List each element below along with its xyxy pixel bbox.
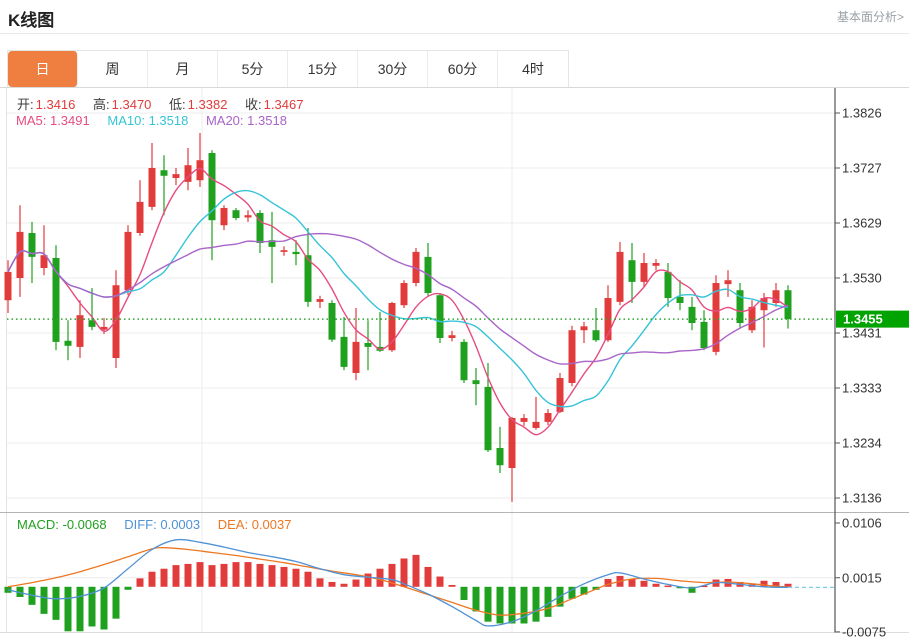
macd-lines xyxy=(8,539,835,625)
svg-text:1.3431: 1.3431 xyxy=(842,326,882,341)
svg-text:1.3234: 1.3234 xyxy=(842,436,882,451)
svg-text:0.0106: 0.0106 xyxy=(842,516,882,531)
svg-text:0.0015: 0.0015 xyxy=(842,570,882,585)
tab-15min[interactable]: 15分 xyxy=(288,51,358,87)
svg-text:1.3826: 1.3826 xyxy=(842,106,882,121)
current-price-badge: 1.3455 xyxy=(836,311,909,328)
kline-page: K线图 基本面分析> 日 周 月 5分 15分 30分 60分 4时 1.382… xyxy=(0,0,909,644)
grid-layer xyxy=(0,88,909,633)
kline-chart-canvas[interactable]: 1.3826 1.3727 1.3629 1.3530 1.3431 1.3333 1.32… xyxy=(0,88,909,644)
svg-text:1.3136: 1.3136 xyxy=(842,491,882,506)
svg-text:1.3629: 1.3629 xyxy=(842,216,882,231)
tab-30min[interactable]: 30分 xyxy=(358,51,428,87)
fundamental-analysis-link[interactable]: 基本面分析> xyxy=(837,8,904,25)
ma-lines xyxy=(8,169,788,435)
page-title: K线图 xyxy=(8,6,54,31)
tab-month[interactable]: 月 xyxy=(148,51,218,87)
tab-4hour[interactable]: 4时 xyxy=(498,51,568,87)
page-header: K线图 基本面分析> xyxy=(0,0,909,34)
tab-60min[interactable]: 60分 xyxy=(428,51,498,87)
svg-text:-0.0075: -0.0075 xyxy=(842,624,886,639)
svg-text:1.3530: 1.3530 xyxy=(842,271,882,286)
tab-week[interactable]: 周 xyxy=(78,51,148,87)
svg-text:1.3727: 1.3727 xyxy=(842,161,882,176)
macd-histogram xyxy=(5,555,792,631)
axis-layer: 1.3826 1.3727 1.3629 1.3530 1.3431 1.3333 1.32… xyxy=(835,88,886,639)
svg-text:1.3333: 1.3333 xyxy=(842,381,882,396)
period-tabs: 日 周 月 5分 15分 30分 60分 4时 xyxy=(7,50,569,87)
svg-text:1.3455: 1.3455 xyxy=(843,312,883,327)
tab-day[interactable]: 日 xyxy=(8,51,78,87)
tab-5min[interactable]: 5分 xyxy=(218,51,288,87)
period-tabbar: 日 周 月 5分 15分 30分 60分 4时 xyxy=(0,50,909,88)
